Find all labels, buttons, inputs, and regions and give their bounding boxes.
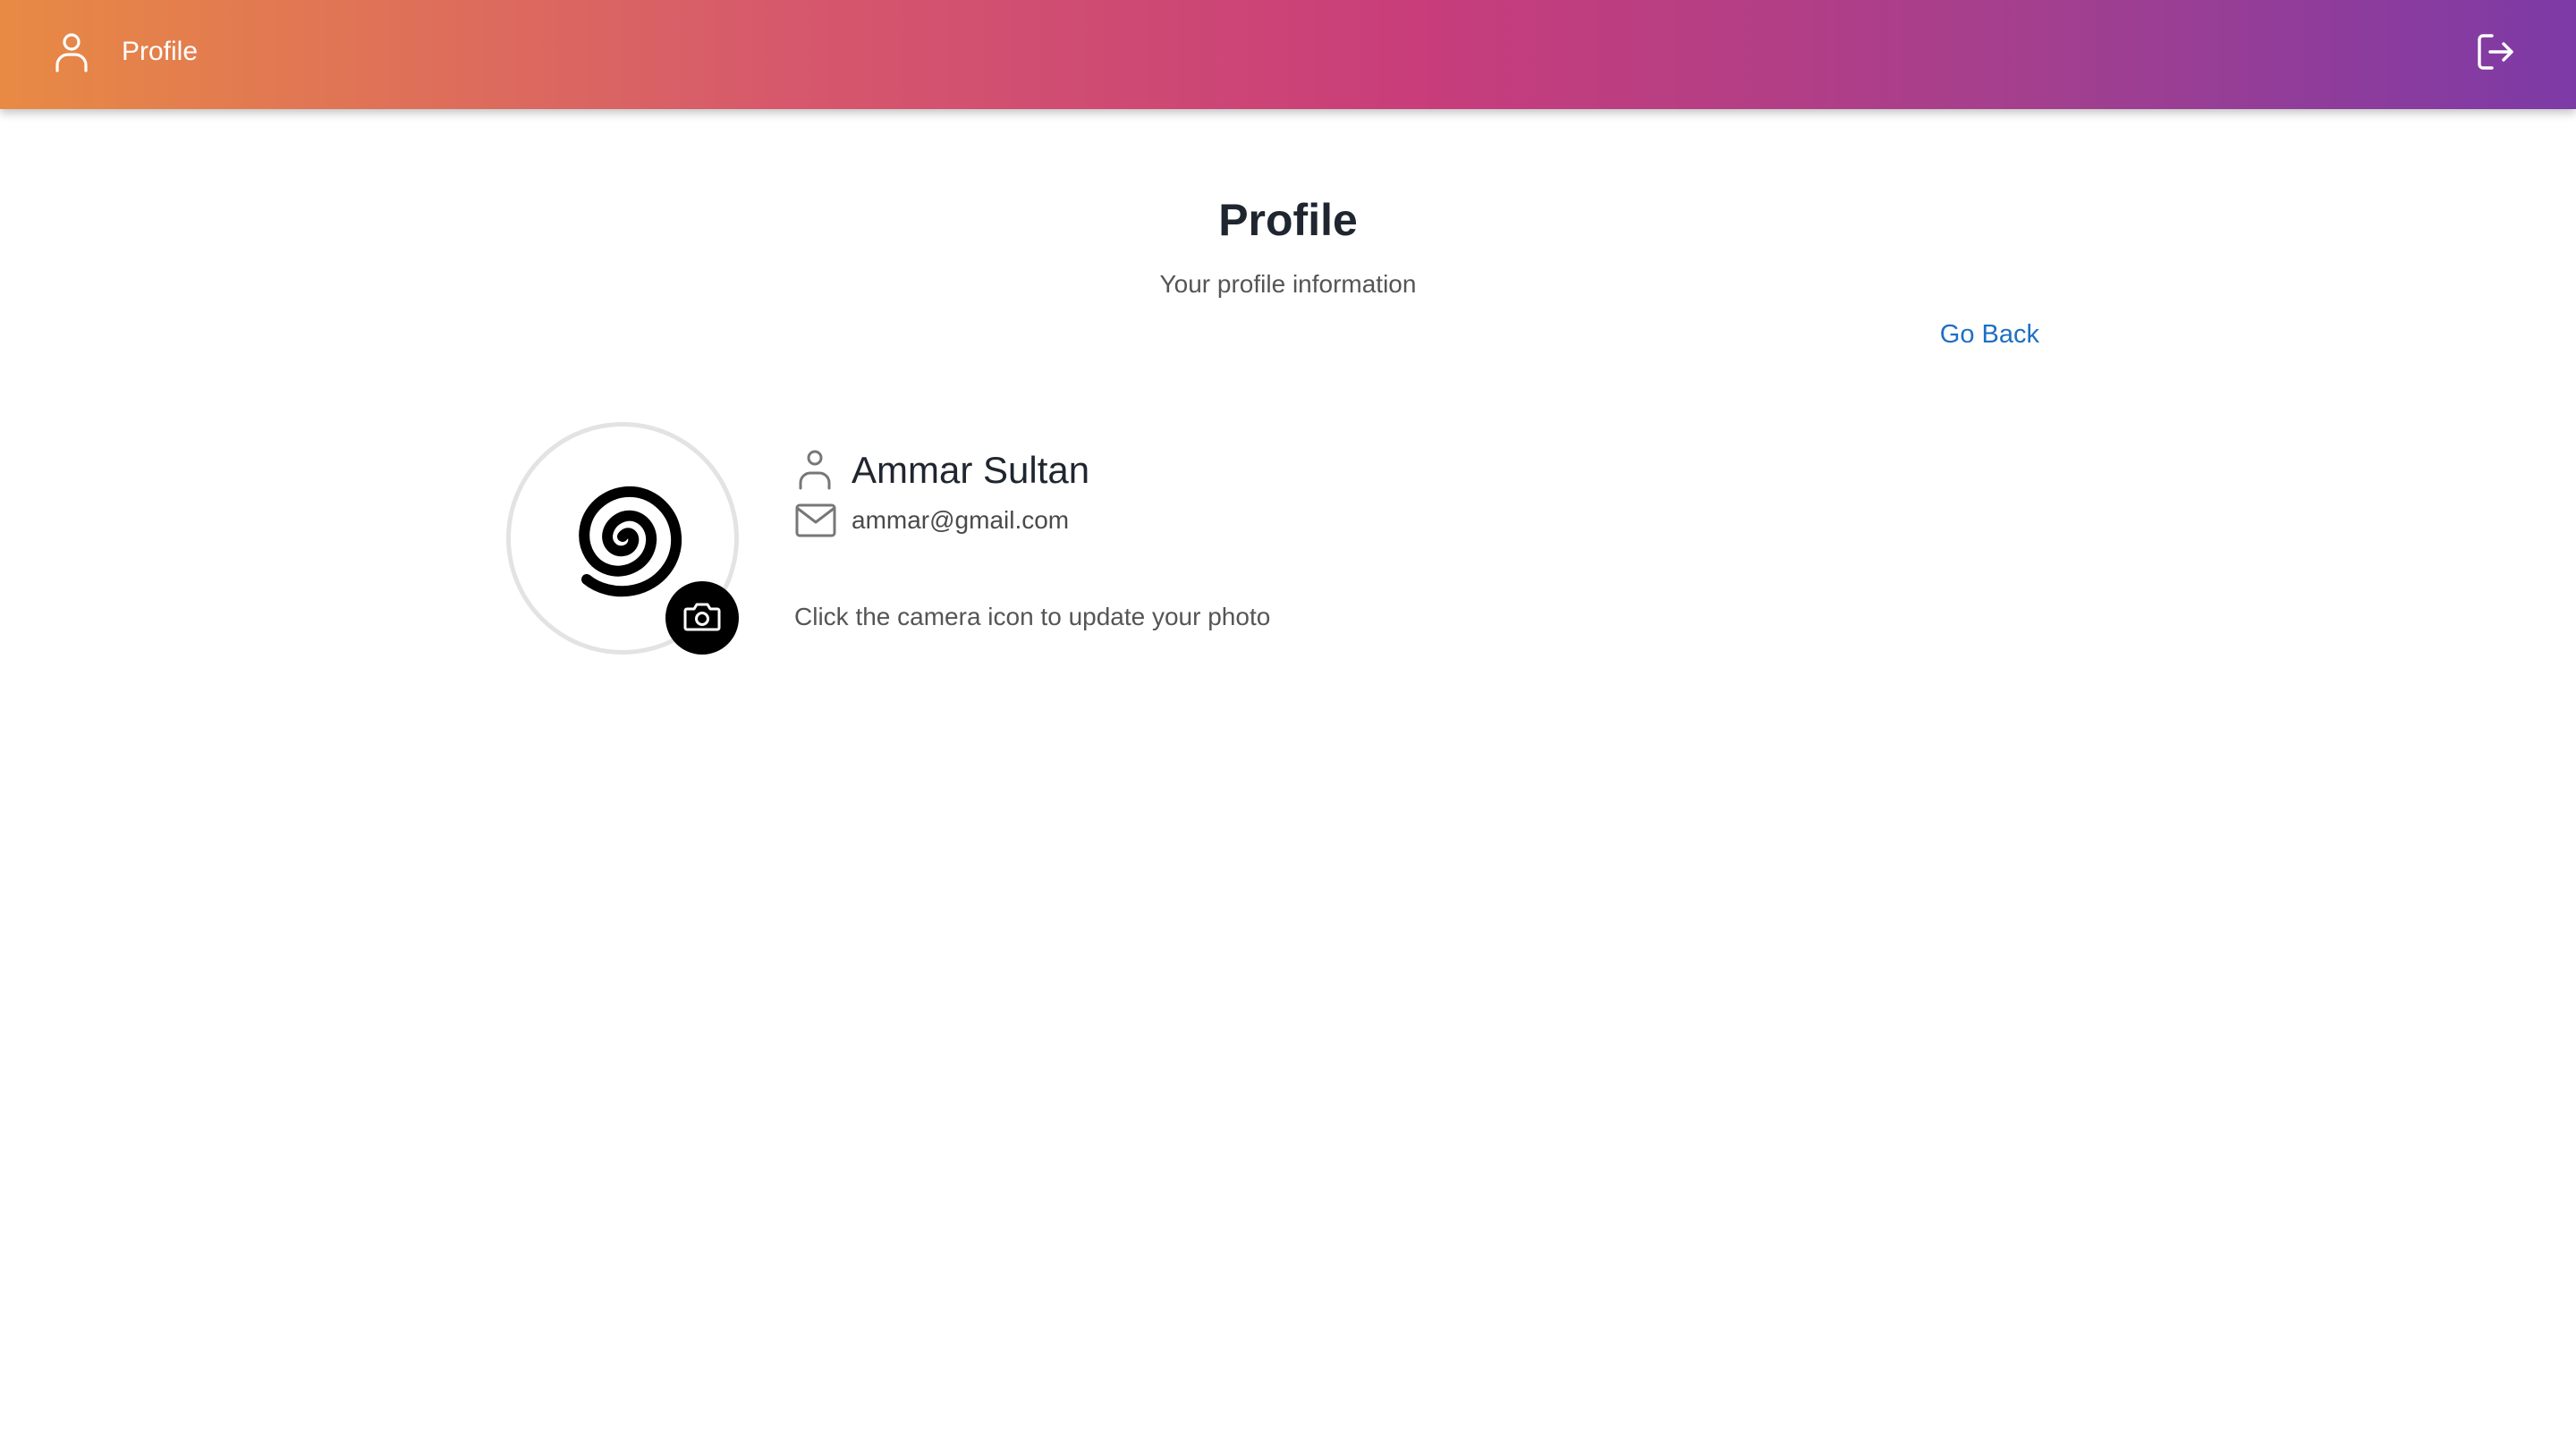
camera-button[interactable] xyxy=(665,581,739,655)
header-title: Profile xyxy=(122,37,199,66)
mail-icon xyxy=(794,503,837,538)
user-icon xyxy=(52,31,91,72)
page-subtitle: Your profile information xyxy=(1159,270,1417,298)
top-bar: Profile xyxy=(0,0,2576,109)
spiral-avatar-icon xyxy=(560,474,685,604)
photo-update-hint: Click the camera icon to update your pho… xyxy=(794,603,1271,630)
camera-icon xyxy=(683,600,721,637)
avatar-section xyxy=(506,422,739,655)
user-email: ammar@gmail.com xyxy=(852,506,1070,534)
go-back-link[interactable]: Go Back xyxy=(1923,318,2039,351)
person-icon xyxy=(794,449,835,490)
page-title: Profile xyxy=(1218,195,1358,245)
user-name: Ammar Sultan xyxy=(852,449,1090,491)
logout-icon[interactable] xyxy=(2474,30,2517,73)
